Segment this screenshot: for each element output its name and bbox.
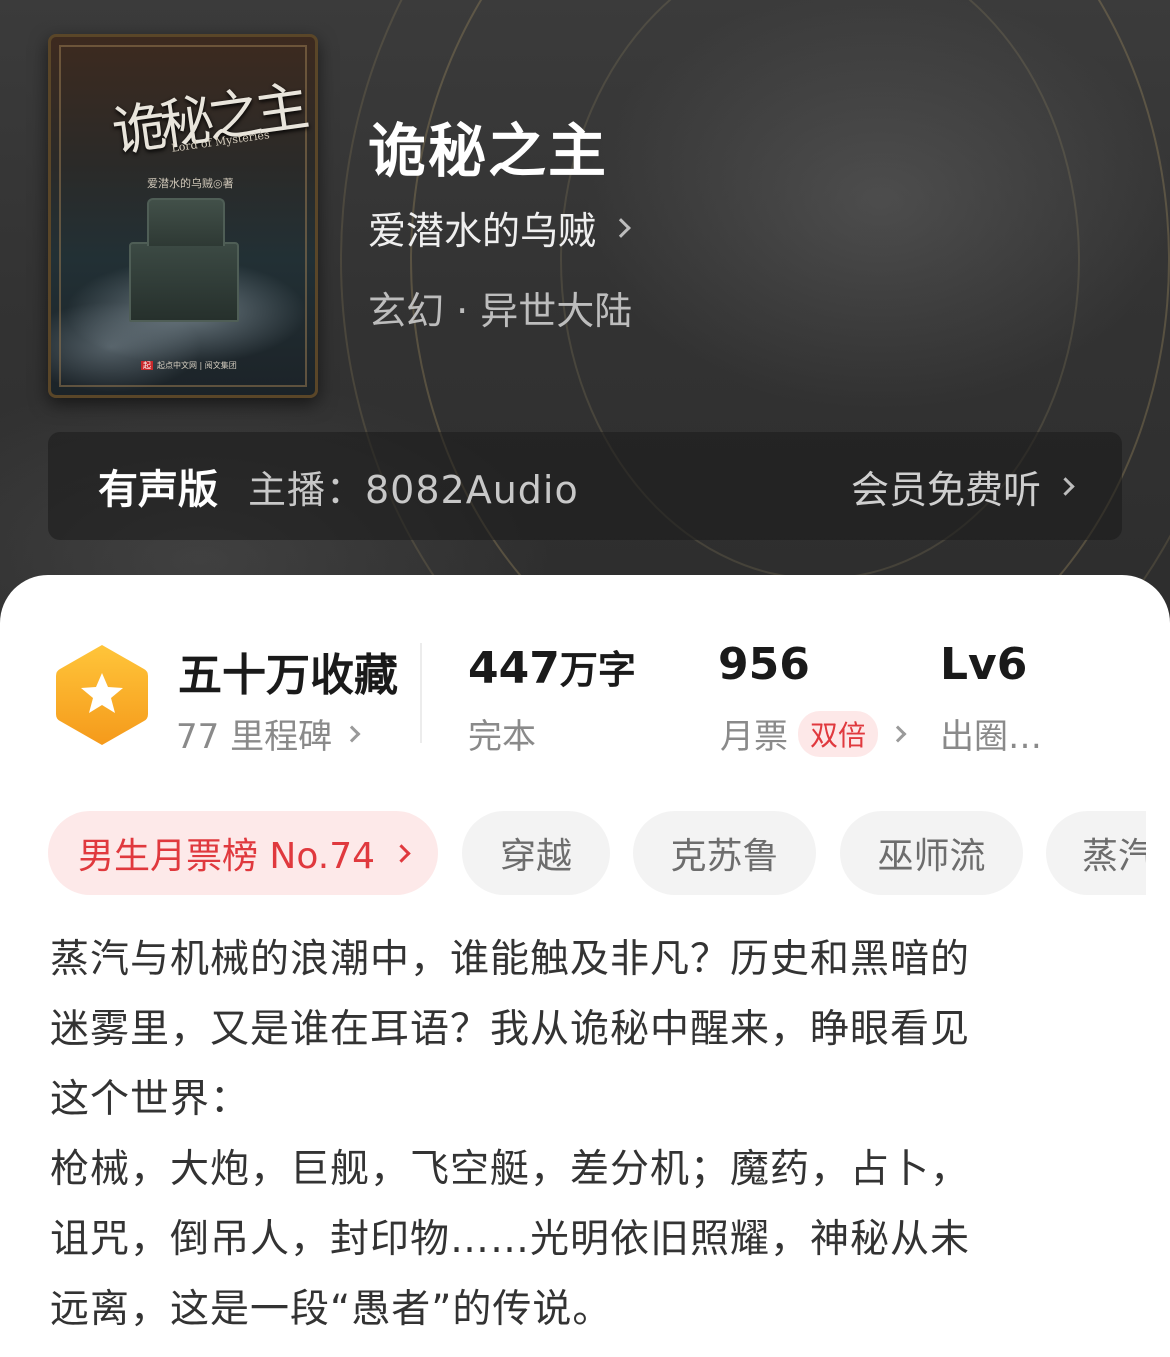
book-detail-sheet: 五十万收藏 77 里程碑 447万字 完本 956 月票 双倍 Lv6 出圈… … xyxy=(0,575,1170,1357)
book-genre: 玄幻 · 异世大陆 xyxy=(368,289,633,333)
synopsis-line: 迷雾里，又是谁在耳语？我从诡秘中醒来，睁眼看见 xyxy=(50,1007,971,1052)
monthly-votes-value: 956 xyxy=(718,639,810,690)
book-synopsis[interactable]: 蒸汽与机械的浪潮中，谁能触及非凡？历史和黑暗的 迷雾里，又是谁在耳语？我从诡秘中… xyxy=(50,925,1130,1345)
cover-author: 爱潜水的乌贼◎著 xyxy=(147,177,234,190)
monthly-votes-label: 月票 xyxy=(720,717,788,757)
synopsis-line: 这个世界： xyxy=(50,1077,251,1122)
cover-publisher-text: 起点中文网 | 阅文集团 xyxy=(157,361,237,370)
level-value: Lv6 xyxy=(940,639,1028,690)
double-votes-badge: 双倍 xyxy=(798,710,879,757)
rank-tag-label: 男生月票榜 No.74 xyxy=(77,836,376,877)
chevron-right-icon xyxy=(343,725,361,742)
level-label[interactable]: 出圈… xyxy=(940,709,1042,758)
cover-publisher: 起起点中文网 | 阅文集团 xyxy=(141,360,237,371)
tag-chip[interactable]: 巫师流 xyxy=(840,811,1023,895)
star-hexagon-icon xyxy=(56,645,148,745)
word-count-unit: 万字 xyxy=(559,648,636,692)
book-hero-header: 诡秘之主 Lord of Mysteries 爱潜水的乌贼◎著 起起点中文网 |… xyxy=(0,0,1170,640)
chevron-right-icon xyxy=(611,217,631,238)
chevron-right-icon xyxy=(889,725,907,742)
stats-divider xyxy=(420,643,422,743)
chevron-right-icon xyxy=(1056,476,1075,496)
completion-status: 完本 xyxy=(468,709,536,758)
word-count-number: 447 xyxy=(468,643,560,694)
monthly-votes-link[interactable]: 月票 双倍 xyxy=(720,709,907,758)
tag-chip[interactable]: 穿越 xyxy=(462,811,610,895)
chevron-right-icon xyxy=(392,843,411,863)
synopsis-line: 枪械，大炮，巨舰，飞空艇，差分机；魔药，占卜， xyxy=(50,1147,971,1192)
synopsis-line: 蒸汽与机械的浪潮中，谁能触及非凡？历史和黑暗的 xyxy=(50,937,971,982)
audio-edition-label: 有声版 xyxy=(98,467,218,513)
publisher-logo: 起 xyxy=(141,361,153,370)
milestone-link[interactable]: 77 里程碑 xyxy=(176,709,361,758)
author-name: 爱潜水的乌贼 xyxy=(368,209,597,253)
level-label-text: 出圈… xyxy=(940,717,1042,757)
cover-throne-art xyxy=(129,198,239,322)
book-cover[interactable]: 诡秘之主 Lord of Mysteries 爱潜水的乌贼◎著 起起点中文网 |… xyxy=(48,34,318,398)
word-count-value: 447万字 xyxy=(468,639,636,694)
author-link[interactable]: 爱潜水的乌贼 xyxy=(368,200,631,255)
synopsis-line: 远离，这是一段“愚者”的传说。 xyxy=(50,1287,613,1332)
member-free-listen-label: 会员免费听 xyxy=(850,467,1041,512)
collections-value: 五十万收藏 xyxy=(178,650,398,701)
milestone-label: 77 里程碑 xyxy=(176,717,333,757)
book-title: 诡秘之主 xyxy=(368,117,609,185)
tag-chip[interactable]: 克苏鲁 xyxy=(633,811,816,895)
completion-label: 完本 xyxy=(468,717,536,757)
rank-tag[interactable]: 男生月票榜 No.74 xyxy=(48,811,438,895)
audiobook-bar[interactable]: 有声版 主播：8082Audio 会员免费听 xyxy=(48,432,1122,540)
synopsis-line: 诅咒，倒吊人，封印物……光明依旧照耀，神秘从未 xyxy=(50,1217,971,1262)
tag-list: 男生月票榜 No.74 穿越 克苏鲁 巫师流 蒸汽 xyxy=(48,811,1146,895)
tag-chip[interactable]: 蒸汽 xyxy=(1046,811,1146,895)
audio-narrator: 主播：8082Audio xyxy=(248,467,579,512)
member-free-listen-link[interactable]: 会员免费听 xyxy=(850,459,1075,514)
stats-row: 五十万收藏 77 里程碑 447万字 完本 956 月票 双倍 Lv6 出圈… xyxy=(0,635,1170,765)
